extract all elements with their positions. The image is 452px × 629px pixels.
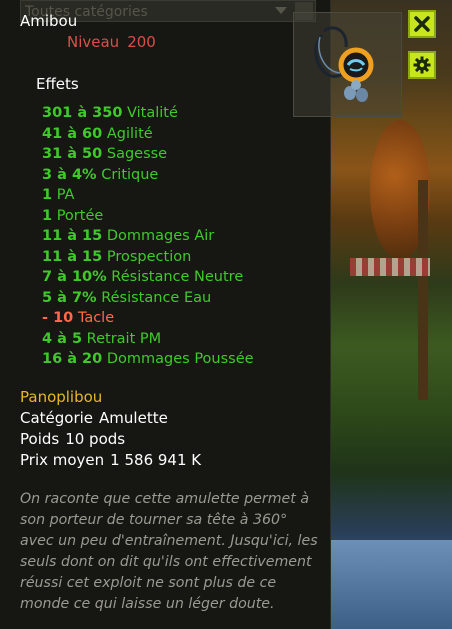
effect-row: 11 à 15 Prospection [42,247,254,268]
effect-range: 7 à 10% [42,269,107,285]
item-level: Niveau 200 [67,33,156,51]
item-thumbnail [293,12,402,117]
effect-row: 1 PA [42,185,254,206]
category-label: Catégorie [20,409,94,427]
effect-row: 4 à 5 Retrait PM [42,329,254,350]
effect-range: 31 à 50 [42,146,103,162]
effect-stat: Portée [56,207,104,224]
effect-row: 5 à 7% Résistance Eau [42,288,254,309]
effect-range: 11 à 15 [42,228,103,244]
effect-range: 1 [42,187,53,203]
effect-row: - 10 Tacle [42,308,254,329]
effect-range: 3 à 4% [42,166,97,183]
effect-stat: Tacle [77,310,115,326]
close-button[interactable] [408,10,436,38]
effect-row: 3 à 4% Critique [42,165,254,186]
price-value: 1 586 941 K [110,451,202,469]
effect-row: 41 à 60 Agilité [42,124,254,145]
effect-stat: Agilité [106,125,153,142]
effects-title: Effets [36,75,79,93]
effect-stat: PA [56,187,75,203]
chevron-down-icon [275,7,287,14]
fence [350,258,430,276]
tree-trunk [418,180,428,400]
effect-range: 4 à 5 [42,330,83,347]
level-label: Niveau [67,33,120,51]
effect-range: 16 à 20 [42,351,103,367]
water-area [330,540,452,629]
effect-stat: Vitalité [127,105,178,121]
effect-row: 301 à 350 Vitalité [42,103,254,124]
close-icon [414,16,430,32]
effect-range: 41 à 60 [42,125,103,142]
set-name[interactable]: Panoplibou [20,388,102,406]
level-value: 200 [127,33,156,51]
price-label: Prix moyen [20,451,105,469]
effect-stat: Retrait PM [86,330,162,347]
effects-list: 301 à 350 Vitalité 41 à 60 Agilité 31 à 50… [42,103,254,370]
effect-row: 1 Portée [42,206,254,227]
category-value: Amulette [99,409,168,427]
weight-label: Poids [20,430,60,448]
effect-row: 11 à 15 Dommages Air [42,226,254,247]
effect-stat: Critique [101,166,159,183]
price-row: Prix moyen 1 586 941 K [20,451,201,469]
item-description: On raconte que cette amulette permet à s… [20,491,318,612]
effect-stat: Résistance Neutre [111,269,244,285]
weight-value: 10 pods [65,430,126,448]
effect-stat: Prospection [106,248,192,265]
effect-range: - 10 [42,310,74,326]
item-tooltip-panel: Toutes catégories Amibou Niveau 200 Effet… [0,0,331,629]
item-name: Amibou [20,12,78,30]
weight-row: Poids 10 pods [20,430,125,448]
category-row: Catégorie Amulette [20,409,168,427]
effect-stat: Sagesse [106,146,168,162]
effect-row: 16 à 20 Dommages Poussée [42,349,254,370]
effect-range: 5 à 7% [42,289,97,306]
gear-icon [413,56,431,74]
effect-range: 11 à 15 [42,248,103,265]
settings-button[interactable] [408,51,436,79]
effect-row: 7 à 10% Résistance Neutre [42,267,254,288]
effect-stat: Dommages Air [106,228,215,244]
effect-stat: Dommages Poussée [106,351,254,367]
effect-stat: Résistance Eau [101,289,212,306]
effect-range: 301 à 350 [42,105,123,121]
amulet-icon [314,26,374,102]
effect-range: 1 [42,207,53,224]
effect-row: 31 à 50 Sagesse [42,144,254,165]
